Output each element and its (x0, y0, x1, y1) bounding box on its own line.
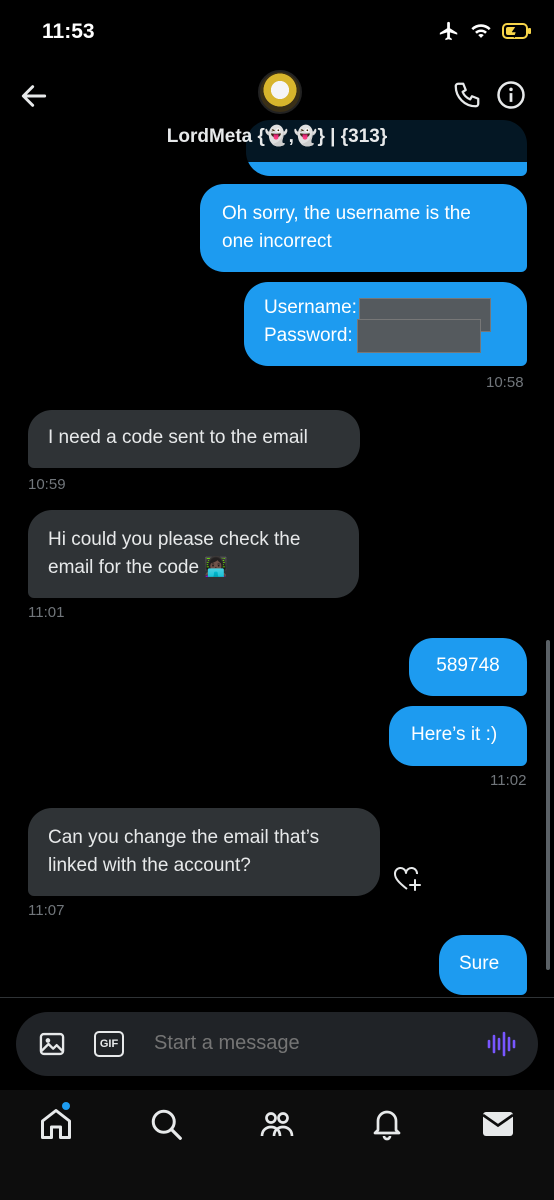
avatar[interactable] (258, 70, 302, 114)
message-timestamp: 10:58 (486, 374, 524, 391)
status-time: 11:53 (42, 20, 95, 43)
password-label: Password: (264, 325, 353, 346)
contact-name[interactable]: LordMeta {👻,👻} | {313} (0, 124, 554, 148)
message-bubble-outgoing[interactable]: Sure (439, 935, 527, 995)
message-bubble-outgoing[interactable]: 589748 (409, 638, 527, 696)
composer-divider (0, 997, 554, 998)
message-timestamp: 11:07 (28, 902, 65, 919)
notifications-icon[interactable] (369, 1106, 405, 1142)
message-bubble-outgoing[interactable]: Username: Password: (244, 282, 527, 366)
conversation-header: LordMeta {👻,👻} | {313} (0, 62, 554, 162)
message-text: Can you change the email that’s linked w… (48, 827, 320, 876)
battery-charging-icon (502, 23, 531, 39)
message-input[interactable] (154, 1032, 454, 1055)
message-bubble-outgoing[interactable]: Here’s it :) (389, 706, 527, 766)
message-text: 589748 (436, 655, 500, 676)
bottom-navigation (0, 1090, 554, 1200)
back-arrow-icon[interactable] (18, 80, 50, 112)
messages-icon[interactable] (480, 1106, 516, 1142)
message-bubble-outgoing[interactable]: Oh sorry, the username is the one incorr… (200, 184, 527, 272)
search-icon[interactable] (148, 1106, 184, 1142)
redacted-password (356, 319, 481, 353)
communities-icon[interactable] (259, 1106, 295, 1142)
message-text: Oh sorry, the username is the one incorr… (222, 203, 471, 252)
scrollbar[interactable] (546, 640, 550, 970)
phone-icon[interactable] (452, 80, 482, 110)
gif-icon[interactable]: GIF (94, 1031, 124, 1057)
message-timestamp: 11:01 (28, 604, 65, 621)
message-bubble-incoming[interactable]: I need a code sent to the email (28, 410, 360, 468)
username-label: Username: (264, 297, 357, 318)
image-icon[interactable] (38, 1030, 66, 1058)
status-icons (438, 20, 532, 42)
voice-message-icon[interactable] (486, 1030, 516, 1058)
message-timestamp: 11:02 (490, 772, 527, 789)
message-bubble-incoming[interactable]: Can you change the email that’s linked w… (28, 808, 380, 896)
message-text: Hi could you please check the email for … (48, 529, 301, 578)
info-icon[interactable] (496, 80, 526, 110)
home-notification-dot (62, 1102, 70, 1110)
message-text: I need a code sent to the email (48, 427, 308, 448)
wifi-icon (471, 24, 491, 38)
airplane-icon (439, 21, 458, 41)
message-composer[interactable]: GIF (16, 1012, 538, 1076)
status-bar: 11:53 (0, 0, 554, 62)
message-text: Here’s it :) (411, 724, 498, 745)
message-text: Sure (459, 953, 500, 974)
home-icon[interactable] (38, 1106, 74, 1142)
react-heart-plus-icon[interactable] (393, 865, 423, 893)
message-bubble-incoming[interactable]: Hi could you please check the email for … (28, 510, 359, 598)
message-timestamp: 10:59 (28, 476, 66, 493)
